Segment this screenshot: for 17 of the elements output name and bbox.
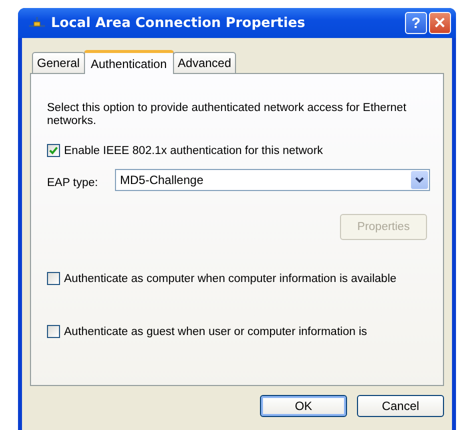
help-button[interactable]: ? bbox=[405, 12, 427, 34]
tab[interactable]: Authentication bbox=[84, 50, 174, 74]
tab[interactable]: Advanced bbox=[172, 52, 236, 73]
tab[interactable]: General bbox=[32, 52, 85, 73]
checkbox-label: Enable IEEE 802.1x authentication for this network bbox=[64, 144, 323, 156]
window-title: Local Area Connection Properties bbox=[51, 15, 306, 31]
field-label: EAP type: bbox=[47, 177, 99, 189]
checkbox-label: Authenticate as computer when computer information is available bbox=[64, 272, 396, 284]
cancel-button[interactable]: Cancel bbox=[357, 395, 444, 417]
description-text: Select this option to provide authenticated network access for Ethernet networks. bbox=[47, 102, 407, 128]
checkbox[interactable] bbox=[47, 144, 60, 157]
checkbox[interactable] bbox=[47, 272, 60, 285]
checkbox-label: Authenticate as guest when user or computer information is bbox=[64, 326, 367, 338]
checkbox[interactable] bbox=[47, 325, 60, 338]
network-icon bbox=[28, 16, 46, 30]
eap-type-dropdown[interactable]: MD5-Challenge bbox=[115, 169, 430, 191]
ok-button[interactable]: OK bbox=[260, 395, 347, 417]
